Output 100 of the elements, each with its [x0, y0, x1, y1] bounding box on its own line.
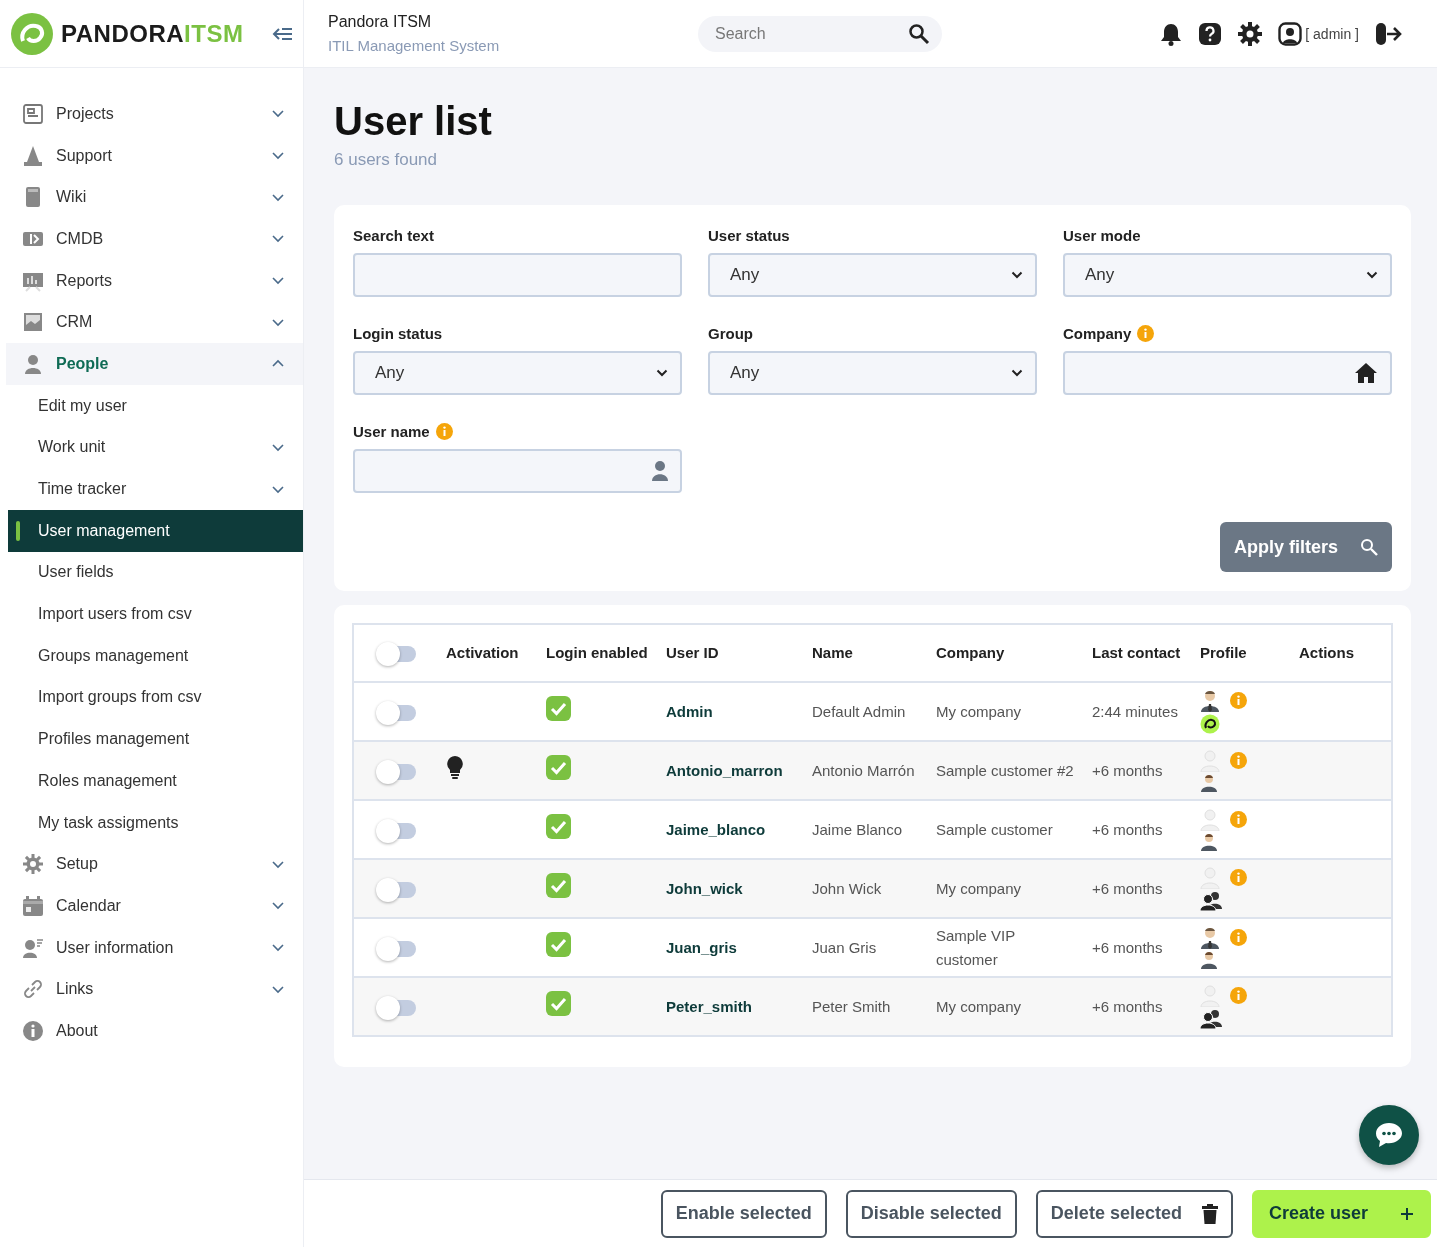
create-user-button[interactable]: Create user — [1251, 1189, 1431, 1238]
trash-icon — [1201, 1203, 1218, 1224]
chevron-icon[interactable] — [271, 943, 285, 953]
chevron-icon[interactable] — [271, 192, 285, 202]
home-icon[interactable] — [1354, 362, 1378, 384]
chevron-icon[interactable] — [271, 984, 285, 994]
chevron-icon[interactable] — [271, 109, 285, 119]
chevron-icon[interactable] — [271, 151, 285, 161]
info-icon — [22, 1019, 44, 1042]
sidebar-subitem[interactable]: Import groups from csv — [6, 676, 303, 719]
user-list-icon — [22, 936, 44, 959]
chevron-icon[interactable] — [271, 359, 285, 369]
user-id-link[interactable]: Jaime_blanco — [666, 820, 766, 838]
toggle-switch[interactable] — [376, 761, 418, 782]
table-cell: Sample customer — [936, 820, 1053, 838]
table-cell: John Wick — [812, 879, 882, 897]
table-cell: 2:44 minutes — [1092, 702, 1178, 720]
logout-icon[interactable] — [1375, 21, 1403, 46]
user-avatar-icon[interactable] — [1278, 21, 1303, 46]
table-cell: +6 months — [1092, 879, 1163, 897]
sidebar-item[interactable]: Calendar — [6, 885, 303, 927]
disable-selected-button[interactable]: Disable selected — [845, 1189, 1017, 1238]
chevron-icon[interactable] — [271, 484, 285, 494]
user-name-field[interactable] — [353, 449, 682, 493]
column-header: User ID — [666, 644, 719, 661]
chevron-icon[interactable] — [271, 442, 285, 452]
table-cell: Juan Gris — [812, 938, 877, 956]
chevron-icon[interactable] — [271, 234, 285, 244]
user-id-link[interactable]: John_wick — [666, 879, 743, 897]
column-header: Company — [936, 644, 1005, 661]
select-field[interactable]: Any — [708, 253, 1037, 297]
chevron-icon[interactable] — [271, 276, 285, 286]
select-field[interactable]: Any — [708, 351, 1037, 395]
sidebar-item[interactable]: Support — [6, 134, 303, 177]
chevron-icon[interactable] — [271, 901, 285, 911]
sidebar-subitem[interactable]: Groups management — [6, 634, 303, 677]
sidebar-item[interactable]: CMDB — [6, 218, 303, 260]
company-field[interactable] — [1063, 351, 1392, 395]
logo[interactable]: PANDORAITSM — [10, 11, 244, 56]
table-cell: Sample customer #2 — [936, 761, 1074, 779]
app-title: Pandora ITSM — [328, 13, 433, 31]
sidebar-item[interactable]: CRM — [6, 301, 303, 344]
toggle-switch[interactable] — [376, 702, 418, 723]
field-label: User status — [708, 226, 790, 244]
sidebar-subitem[interactable]: Edit my user — [6, 384, 303, 427]
link-icon — [22, 978, 44, 1001]
toggle-switch[interactable] — [376, 997, 418, 1018]
select-field[interactable]: Any — [1063, 253, 1392, 297]
apply-filters-button[interactable]: Apply filters — [1219, 522, 1392, 572]
sidebar-item[interactable]: Wiki — [6, 176, 303, 219]
column-header: Profile — [1200, 644, 1247, 661]
column-header: Name — [812, 644, 853, 661]
user-id-link[interactable]: Juan_gris — [666, 938, 737, 956]
field-label: Search text — [353, 226, 434, 244]
table-cell: +6 months — [1092, 938, 1163, 956]
user-id-link[interactable]: Antonio_marron — [666, 761, 783, 779]
input-field[interactable] — [353, 253, 682, 297]
username-label[interactable]: [ admin ] — [1305, 25, 1359, 42]
chat-button[interactable] — [1359, 1105, 1419, 1165]
sidebar-subitem[interactable]: Roles management — [6, 760, 303, 802]
search-icon[interactable] — [908, 22, 930, 45]
table-cell: My company — [936, 702, 1022, 720]
sidebar-subitem[interactable]: Time tracker — [6, 468, 303, 510]
search-field[interactable]: Search — [698, 15, 942, 52]
search-icon — [1360, 538, 1378, 556]
user-id-link[interactable]: Peter_smith — [666, 997, 752, 1015]
sidebar-item[interactable]: People — [6, 343, 303, 385]
toggle-switch[interactable] — [376, 644, 418, 665]
sidebar-subitem[interactable]: Work unit — [6, 426, 303, 469]
projects-icon — [22, 102, 44, 125]
collapse-menu-icon[interactable] — [271, 25, 293, 42]
toggle-switch[interactable] — [376, 938, 418, 959]
sidebar-subitem[interactable]: User fields — [6, 551, 303, 594]
sidebar-item[interactable]: About — [6, 1010, 303, 1052]
sidebar-item[interactable]: Setup — [6, 843, 303, 886]
sidebar-item[interactable]: User information — [6, 926, 303, 969]
sidebar-subitem[interactable]: My task assigments — [6, 801, 303, 844]
toggle-switch[interactable] — [376, 879, 418, 900]
chevron-icon[interactable] — [271, 859, 285, 869]
delete-selected-button[interactable]: Delete selected — [1035, 1189, 1233, 1238]
sidebar-item[interactable]: Reports — [6, 259, 303, 302]
user-id-link[interactable]: Admin — [666, 702, 713, 720]
dropdown-caret-icon — [1366, 271, 1378, 279]
settings-icon — [22, 853, 44, 876]
sidebar-item[interactable]: Projects — [6, 93, 303, 135]
select-field[interactable]: Any — [353, 351, 682, 395]
sidebar-item[interactable]: Links — [6, 968, 303, 1011]
help-icon[interactable] — [1198, 21, 1223, 46]
plus-icon — [1400, 1206, 1414, 1221]
sidebar-subitem[interactable]: Import users from csv — [6, 593, 303, 635]
sidebar-subitem[interactable]: User management — [8, 509, 303, 552]
toggle-switch[interactable] — [376, 820, 418, 841]
column-header: Actions — [1299, 644, 1354, 661]
enable-selected-button[interactable]: Enable selected — [660, 1189, 827, 1238]
field-label: Company — [1063, 324, 1132, 342]
chevron-icon[interactable] — [271, 317, 285, 327]
field-label: Group — [708, 324, 753, 342]
sidebar-subitem[interactable]: Profiles management — [6, 718, 303, 760]
table-cell: Peter Smith — [812, 997, 891, 1015]
notification-bell-icon[interactable] — [1160, 21, 1183, 46]
